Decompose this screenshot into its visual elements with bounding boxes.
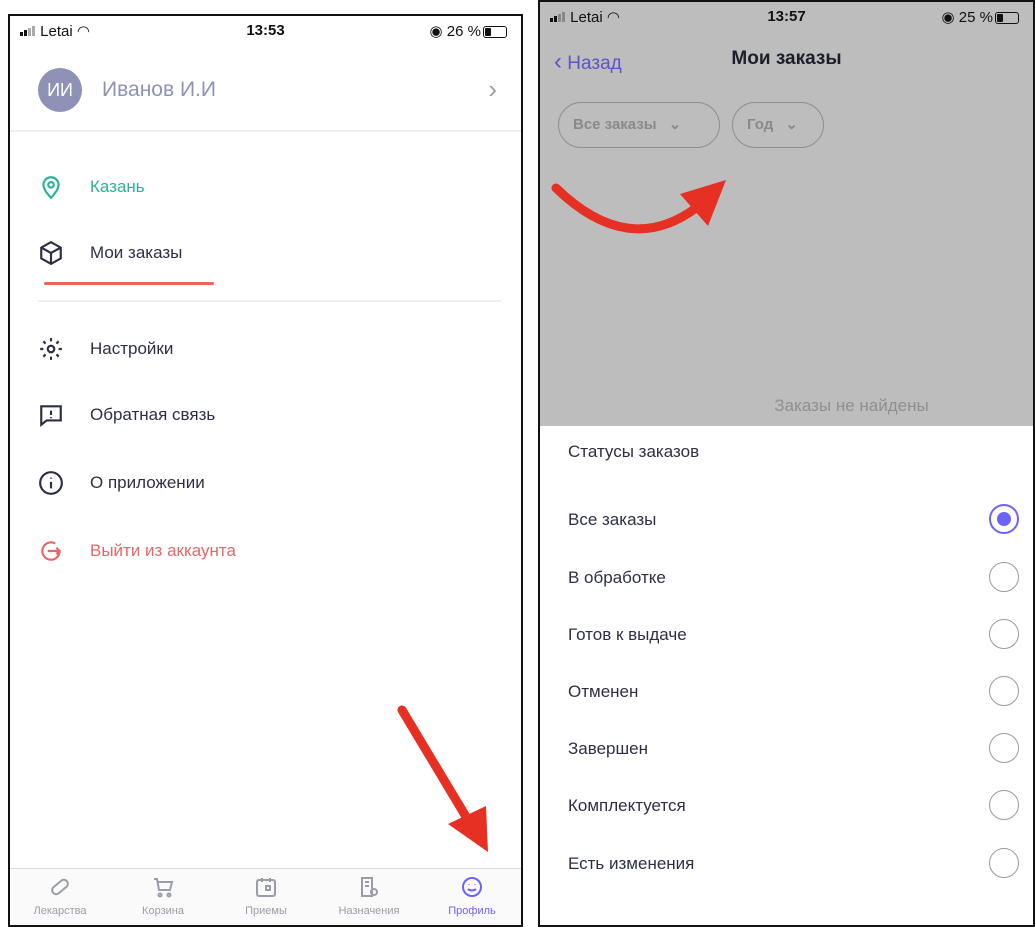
chevron-right-icon: › — [488, 74, 497, 104]
tab-cart[interactable]: Корзина — [113, 875, 213, 917]
calendar-icon — [256, 878, 276, 897]
orders-screen: Letai ◠ 13:57 ◉ 25 % ‹ Назад Мои заказы … — [538, 0, 1035, 927]
tab-label: Приемы — [245, 905, 287, 917]
option-ready[interactable]: Готов к выдаче — [540, 617, 1033, 657]
divider — [10, 130, 521, 132]
menu-item-city[interactable]: Казань — [38, 170, 501, 210]
tab-bar: Лекарства Корзина Приемы Назначения Проф… — [10, 868, 521, 925]
battery: ◉ 26 % — [430, 22, 507, 40]
cart-icon — [154, 878, 174, 898]
gear-icon — [40, 338, 62, 360]
chip-label: Год — [747, 116, 774, 133]
status-filter-chip[interactable]: Все заказы ⌄ — [558, 102, 720, 148]
page-title: Мои заказы — [731, 48, 842, 69]
menu-item-label: О приложении — [90, 473, 205, 492]
feedback-icon — [40, 405, 62, 428]
menu-item-label: Выйти из аккаунта — [90, 541, 236, 560]
option-changed[interactable]: Есть изменения — [540, 846, 1033, 886]
status-bottom-sheet: Статусы заказов Все заказы В обработке Г… — [540, 426, 1033, 925]
pill-icon — [51, 878, 69, 896]
menu-item-label: Казань — [90, 177, 145, 196]
sheet-title: Статусы заказов — [568, 442, 700, 461]
battery-icon — [995, 12, 1019, 25]
tab-profile[interactable]: Профиль — [422, 875, 521, 917]
menu-item-label: Обратная связь — [90, 405, 216, 424]
tab-label: Корзина — [142, 905, 184, 917]
battery-percent: 26 % — [446, 23, 481, 40]
profile-row[interactable]: ИИ Иванов И.И › — [10, 64, 521, 124]
tab-prescriptions[interactable]: Назначения — [319, 875, 419, 917]
red-arrow-down — [397, 705, 488, 852]
smile-icon — [462, 877, 482, 897]
menu-item-about[interactable]: О приложении — [38, 466, 501, 506]
option-cancelled[interactable]: Отменен — [540, 674, 1033, 714]
empty-state: Заказы не найдены — [774, 396, 929, 415]
tab-label: Лекарства — [33, 905, 87, 917]
profile-screen: Letai ◠ 13:53 ◉ 26 % ИИ Иванов И.И › Каз… — [8, 14, 523, 927]
menu-item-label: Мои заказы — [90, 243, 183, 262]
option-all[interactable]: Все заказы — [540, 502, 1033, 542]
battery: ◉ 25 % — [942, 8, 1019, 26]
radio-unselected[interactable] — [989, 562, 1019, 592]
period-filter-chip[interactable]: Год ⌄ — [732, 102, 824, 148]
menu-item-logout[interactable]: Выйти из аккаунта — [38, 534, 501, 574]
info-icon — [39, 471, 63, 495]
menu-item-label: Настройки — [90, 339, 174, 358]
menu-item-orders[interactable]: Мои заказы — [38, 236, 501, 276]
chip-label: Все заказы — [573, 116, 657, 133]
box-icon — [40, 240, 62, 266]
chevron-down-icon: ⌄ — [785, 116, 798, 133]
dimmed-background[interactable]: Letai ◠ 13:57 ◉ 25 % ‹ Назад Мои заказы … — [540, 2, 1033, 426]
profile-name: Иванов И.И — [102, 78, 216, 101]
option-label: В обработке — [568, 568, 666, 587]
highlight-underline — [44, 282, 214, 285]
tab-label: Назначения — [338, 905, 400, 917]
radio-unselected[interactable] — [989, 619, 1019, 649]
location-pin-icon — [42, 176, 60, 200]
option-completed[interactable]: Завершен — [540, 731, 1033, 771]
option-processing[interactable]: В обработке — [540, 560, 1033, 600]
prescription-icon — [361, 877, 378, 897]
option-label: Все заказы — [568, 510, 657, 529]
option-label: Комплектуется — [568, 796, 686, 815]
battery-percent: 25 % — [958, 9, 993, 26]
radio-unselected[interactable] — [989, 790, 1019, 820]
tab-medicines[interactable]: Лекарства — [10, 875, 110, 917]
status-bar: Letai ◠ 13:53 ◉ 26 % — [10, 16, 521, 44]
radio-unselected[interactable] — [989, 848, 1019, 878]
option-label: Завершен — [568, 739, 648, 758]
chevron-down-icon: ⌄ — [668, 116, 682, 133]
tab-appointments[interactable]: Приемы — [216, 875, 316, 917]
battery-icon — [483, 26, 507, 39]
avatar: ИИ — [38, 68, 82, 112]
status-bar: Letai ◠ 13:57 ◉ 25 % — [540, 2, 1033, 30]
divider — [38, 300, 501, 302]
option-label: Готов к выдаче — [568, 625, 687, 644]
menu-item-feedback[interactable]: Обратная связь — [38, 398, 501, 438]
logout-icon — [41, 541, 62, 561]
radio-unselected[interactable] — [989, 676, 1019, 706]
tab-label: Профиль — [448, 905, 496, 917]
option-assembling[interactable]: Комплектуется — [540, 788, 1033, 828]
red-arrow-curved — [551, 180, 726, 234]
menu-item-settings[interactable]: Настройки — [38, 332, 501, 372]
option-label: Есть изменения — [568, 854, 695, 873]
radio-selected[interactable] — [989, 504, 1019, 534]
radio-unselected[interactable] — [989, 733, 1019, 763]
option-label: Отменен — [568, 682, 639, 701]
